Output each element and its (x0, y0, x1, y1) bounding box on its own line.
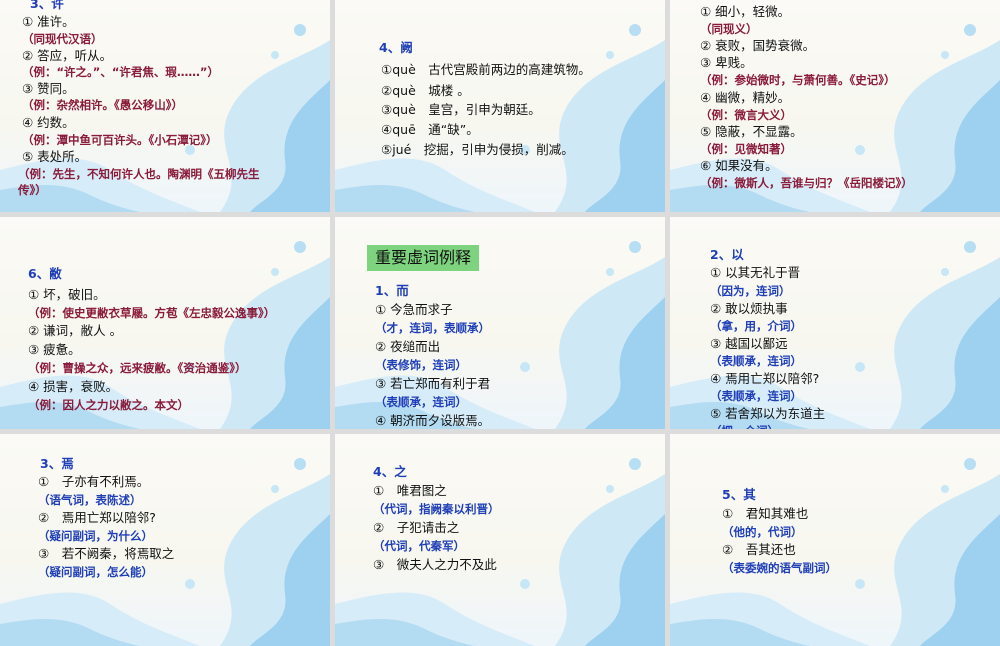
definition-line: ③ 微夫人之力不及此 (373, 557, 497, 572)
definition-line: ② 敢以烦执事 (710, 301, 788, 316)
entry-heading: 1、而 (375, 283, 409, 298)
definition-line: ④ 幽微，精妙。 (700, 90, 791, 105)
slide-9[interactable]: 5、其 ① 君知其难也 （他的，代词） ② 吾其还也 （表委婉的语气副词） (670, 434, 1000, 646)
definition-line: ②què 城楼 。 (381, 83, 470, 98)
definition-line: ① 坏，破旧。 (28, 287, 106, 302)
usage-note: （表顺承，连词） (710, 354, 802, 368)
slide-4[interactable]: 6、敝 ① 坏，破旧。 （例：使史更敝衣草屦。方苞《左忠毅公逸事》） ② 谦词，敝人 … (0, 217, 330, 429)
usage-note: （例：先生，不知何许人也。陶渊明《五柳先生 (18, 167, 260, 181)
definition-line: ⑤ 若舍郑以为东道主 (710, 406, 826, 421)
definition-line: ④ 焉用亡郑以陪邻? (710, 371, 820, 386)
usage-note: （疑问副词，怎么能） (38, 565, 153, 579)
definition-line: ⑤ 表处所。 (22, 149, 88, 164)
usage-note: （例：参始微时，与萧何善。《史记》） (700, 73, 896, 87)
definition-line: ① 今急而求子 (375, 302, 453, 317)
definition-line: ④ 朝济而夕设版焉。 (375, 413, 491, 428)
usage-note: （例：微言大义） (700, 108, 792, 122)
usage-note: （表委婉的语气副词） (722, 561, 837, 575)
definition-line: ① 以其无礼于晋 (710, 265, 801, 280)
usage-note: （表修饰，连词） (375, 358, 467, 372)
definition-line: ③ 若亡郑而有利于君 (375, 376, 491, 391)
slide-6[interactable]: 2、以 ① 以其无礼于晋 （因为，连词） ② 敢以烦执事 （拿，用，介词） ③ 越国以鄙远… (670, 217, 1000, 429)
definition-line: ③ 若不阙秦，将焉取之 (38, 546, 175, 561)
entry-heading: 3、焉 (40, 456, 74, 471)
definition-line: ② 子犯请击之 (373, 520, 460, 535)
definition-line: ⑤ 隐蔽，不显露。 (700, 124, 803, 139)
slide-content: 3、许 ① 准许。 （同现代汉语） ② 答应，听从。 （例：“许之。”、“许君焦、瑕……… (0, 0, 330, 212)
slide-8[interactable]: 4、之 ① 唯君图之 （代词，指阙秦以利晋） ② 子犯请击之 （代词，代秦军） ③ 微夫人… (335, 434, 665, 646)
definition-line: ⑤jué 挖掘，引申为侵损，削减。 (381, 142, 574, 157)
definition-line: ① 君知其难也 (722, 506, 809, 521)
slide-3[interactable]: ① 细小，轻微。 （同现义） ② 衰败，国势衰微。 ③ 卑贱。 （例：参始微时，与萧何善… (670, 0, 1000, 212)
definition-line: ③ 卑贱。 (700, 55, 753, 70)
slide-content: ① 细小，轻微。 （同现义） ② 衰败，国势衰微。 ③ 卑贱。 （例：参始微时，与萧何善… (670, 0, 1000, 212)
usage-note: （例：因人之力以敝之。本文） (28, 398, 189, 412)
slide-content: 5、其 ① 君知其难也 （他的，代词） ② 吾其还也 （表委婉的语气副词） (670, 434, 1000, 646)
definition-line: ④ 损害，衰败。 (28, 379, 119, 394)
usage-note: （把，介词） (710, 423, 779, 429)
entry-heading: 5、其 (722, 487, 756, 502)
definition-line: ① 细小，轻微。 (700, 4, 791, 19)
slide-1[interactable]: 3、许 ① 准许。 （同现代汉语） ② 答应，听从。 （例：“许之。”、“许君焦、瑕……… (0, 0, 330, 212)
entry-heading: 4、之 (373, 464, 407, 479)
definition-line: ② 夜缒而出 (375, 339, 441, 354)
usage-note: （例：曹操之众，远来疲敝。《资治通鉴》） (28, 361, 247, 375)
definition-line: ② 谦词，敝人 。 (28, 323, 123, 338)
usage-note: （例：见微知著） (700, 142, 792, 156)
usage-note: （例：微斯人，吾谁与归？《岳阳楼记》） (700, 176, 913, 190)
usage-note: （疑问副词，为什么） (38, 529, 153, 543)
slide-content: 3、焉 ① 子亦有不利焉。 （语气词，表陈述） ② 焉用亡郑以陪邻? （疑问副词，为什么… (0, 434, 330, 646)
usage-note: （语气词，表陈述） (38, 493, 142, 507)
definition-line: ① 子亦有不利焉。 (38, 474, 150, 489)
usage-note: （因为，连词） (710, 284, 791, 298)
usage-note: （例：杂然相许。《愚公移山》） (22, 98, 183, 112)
definition-line: ①què 古代宫殿前两边的高建筑物。 (381, 62, 591, 77)
usage-note: （例：使史更敝衣草屦。方苞《左忠毅公逸事》） (28, 306, 276, 320)
entry-heading: 3、许 (30, 0, 64, 11)
usage-note: 传》） (18, 183, 47, 197)
slide-content: 6、敝 ① 坏，破旧。 （例：使史更敝衣草屦。方苞《左忠毅公逸事》） ② 谦词，敝人 … (0, 217, 330, 429)
definition-line: ② 衰败，国势衰微。 (700, 38, 816, 53)
slide-title: 重要虚词例释 (367, 245, 480, 271)
definition-line: ⑥ 如果没有。 (700, 158, 778, 173)
definition-line: ③ 赞同。 (22, 81, 75, 96)
usage-note: （同现代汉语） (22, 32, 103, 46)
entry-heading: 4、阙 (379, 40, 413, 55)
definition-line: ③què 皇宫，引申为朝廷。 (381, 102, 541, 117)
usage-note: （例：潭中鱼可百许头。《小石潭记》） (22, 133, 218, 147)
definition-line: ① 准许。 (22, 14, 75, 29)
usage-note: （他的，代词） (722, 525, 803, 539)
slide-content: 2、以 ① 以其无礼于晋 （因为，连词） ② 敢以烦执事 （拿，用，介词） ③ 越国以鄙远… (670, 217, 1000, 429)
usage-note: （代词，代秦军） (373, 539, 465, 553)
entry-heading: 6、敝 (28, 266, 62, 281)
usage-note: （例：“许之。”、“许君焦、瑕……”） (22, 65, 219, 79)
slide-7[interactable]: 3、焉 ① 子亦有不利焉。 （语气词，表陈述） ② 焉用亡郑以陪邻? （疑问副词，为什么… (0, 434, 330, 646)
definition-line: ② 焉用亡郑以陪邻? (38, 510, 156, 525)
definition-line: ① 唯君图之 (373, 483, 447, 498)
usage-note: （代词，指阙秦以利晋） (373, 502, 500, 516)
usage-note: （表顺承，连词） (710, 389, 802, 403)
usage-note: （表顺承，连词） (375, 395, 467, 409)
definition-line: ② 答应，听从。 (22, 48, 113, 63)
definition-line: ④ 约数。 (22, 115, 75, 130)
usage-note: （拿，用，介词） (710, 319, 802, 333)
definition-line: ② 吾其还也 (722, 542, 796, 557)
slide-5[interactable]: 重要虚词例释 1、而 ① 今急而求子 （才，连词，表顺承） ② 夜缒而出 （表修饰，连词）… (335, 217, 665, 429)
definition-line: ④quē 通“缺”。 (381, 122, 479, 137)
slide-content: 4、之 ① 唯君图之 （代词，指阙秦以利晋） ② 子犯请击之 （代词，代秦军） ③ 微夫人… (335, 434, 665, 646)
slide-content: 4、阙 ①què 古代宫殿前两边的高建筑物。 ②què 城楼 。 ③què 皇宫，引申… (335, 0, 665, 212)
usage-note: （才，连词，表顺承） (375, 321, 490, 335)
definition-line: ③ 越国以鄙远 (710, 336, 788, 351)
usage-note: （同现义） (700, 22, 758, 36)
definition-line: ③ 疲惫。 (28, 342, 81, 357)
slide-content: 重要虚词例释 1、而 ① 今急而求子 （才，连词，表顺承） ② 夜缒而出 （表修饰，连词）… (335, 217, 665, 429)
slide-2[interactable]: 4、阙 ①què 古代宫殿前两边的高建筑物。 ②què 城楼 。 ③què 皇宫，引申… (335, 0, 665, 212)
entry-heading: 2、以 (710, 247, 744, 262)
